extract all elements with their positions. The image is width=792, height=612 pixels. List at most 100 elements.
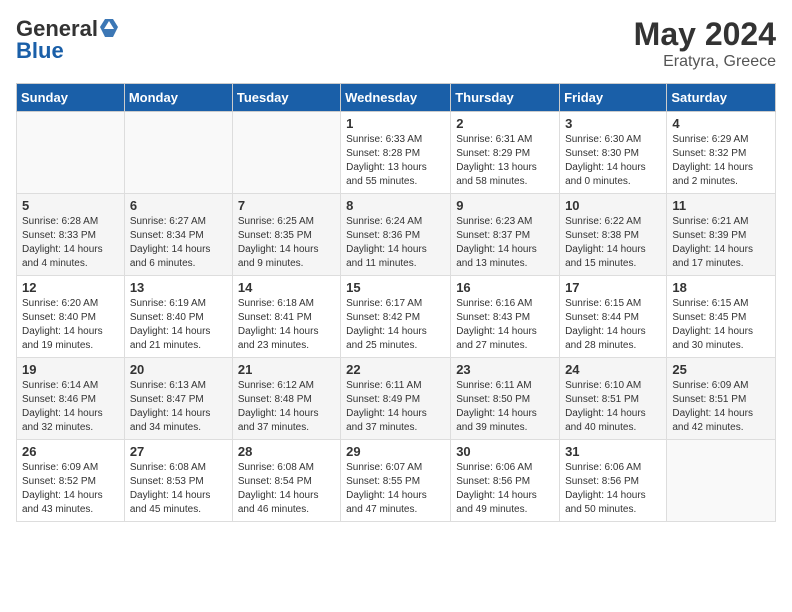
- month-year: May 2024: [634, 16, 776, 53]
- day-number: 19: [22, 362, 119, 377]
- day-number: 13: [130, 280, 227, 295]
- day-number: 28: [238, 444, 335, 459]
- day-number: 17: [565, 280, 661, 295]
- day-number: 8: [346, 198, 445, 213]
- calendar-cell: [667, 440, 776, 522]
- day-number: 2: [456, 116, 554, 131]
- calendar-cell: 10Sunrise: 6:22 AM Sunset: 8:38 PM Dayli…: [560, 194, 667, 276]
- calendar-week-row: 12 Sunrise: 6:20 AM Sunset: 8:40 PM Dayli…: [17, 276, 776, 358]
- day-number: 1: [346, 116, 445, 131]
- calendar-cell: 5 Sunrise: 6:28 AM Sunset: 8:33 PM Daylig…: [17, 194, 125, 276]
- day-number: 6: [130, 198, 227, 213]
- cell-content: Sunrise: 6:12 AM Sunset: 8:48 PM Dayligh…: [238, 379, 335, 435]
- calendar-cell: 20Sunrise: 6:13 AM Sunset: 8:47 PM Dayli…: [124, 358, 232, 440]
- calendar-cell: 31 Sunrise: 6:06 AM Sunset: 8:56 PM Dayli…: [560, 440, 667, 522]
- cell-content: Sunrise: 6:10 AM Sunset: 8:51 PM Dayligh…: [565, 379, 661, 435]
- header-sunday: Sunday: [17, 84, 125, 112]
- calendar-cell: 22 Sunrise: 6:11 AM Sunset: 8:49 PM Dayli…: [341, 358, 451, 440]
- calendar-cell: 14Sunrise: 6:18 AM Sunset: 8:41 PM Dayli…: [232, 276, 340, 358]
- cell-content: Sunrise: 6:17 AM Sunset: 8:42 PM Dayligh…: [346, 297, 445, 353]
- calendar-cell: 15 Sunrise: 6:17 AM Sunset: 8:42 PM Dayli…: [341, 276, 451, 358]
- day-number: 30: [456, 444, 554, 459]
- cell-content: Sunrise: 6:09 AM Sunset: 8:52 PM Dayligh…: [22, 461, 119, 517]
- calendar-cell: 30 Sunrise: 6:06 AM Sunset: 8:56 PM Dayli…: [451, 440, 560, 522]
- logo-icon: [100, 19, 118, 37]
- calendar-cell: 16 Sunrise: 6:16 AM Sunset: 8:43 PM Dayli…: [451, 276, 560, 358]
- calendar-cell: 8Sunrise: 6:24 AM Sunset: 8:36 PM Daylig…: [341, 194, 451, 276]
- cell-content: Sunrise: 6:11 AM Sunset: 8:50 PM Dayligh…: [456, 379, 554, 435]
- cell-content: Sunrise: 6:08 AM Sunset: 8:54 PM Dayligh…: [238, 461, 335, 517]
- page-header: General Blue May 2024 Eratyra, Greece: [16, 16, 776, 71]
- day-number: 20: [130, 362, 227, 377]
- calendar-cell: 7 Sunrise: 6:25 AM Sunset: 8:35 PM Daylig…: [232, 194, 340, 276]
- cell-content: Sunrise: 6:06 AM Sunset: 8:56 PM Dayligh…: [565, 461, 661, 517]
- day-number: 12: [22, 280, 119, 295]
- calendar-cell: [232, 112, 340, 194]
- calendar-cell: 11 Sunrise: 6:21 AM Sunset: 8:39 PM Dayli…: [667, 194, 776, 276]
- calendar-table: Sunday Monday Tuesday Wednesday Thursday…: [16, 83, 776, 522]
- day-number: 15: [346, 280, 445, 295]
- day-number: 18: [672, 280, 770, 295]
- calendar-cell: 19 Sunrise: 6:14 AM Sunset: 8:46 PM Dayli…: [17, 358, 125, 440]
- header-friday: Friday: [560, 84, 667, 112]
- calendar-cell: 21Sunrise: 6:12 AM Sunset: 8:48 PM Dayli…: [232, 358, 340, 440]
- day-number: 9: [456, 198, 554, 213]
- logo-blue-text: Blue: [16, 38, 64, 64]
- header-tuesday: Tuesday: [232, 84, 340, 112]
- cell-content: Sunrise: 6:15 AM Sunset: 8:45 PM Dayligh…: [672, 297, 770, 353]
- header-thursday: Thursday: [451, 84, 560, 112]
- calendar-cell: 27Sunrise: 6:08 AM Sunset: 8:53 PM Dayli…: [124, 440, 232, 522]
- cell-content: Sunrise: 6:33 AM Sunset: 8:28 PM Dayligh…: [346, 133, 445, 189]
- cell-content: Sunrise: 6:30 AM Sunset: 8:30 PM Dayligh…: [565, 133, 661, 189]
- day-number: 4: [672, 116, 770, 131]
- cell-content: Sunrise: 6:20 AM Sunset: 8:40 PM Dayligh…: [22, 297, 119, 353]
- cell-content: Sunrise: 6:28 AM Sunset: 8:33 PM Dayligh…: [22, 215, 119, 271]
- cell-content: Sunrise: 6:18 AM Sunset: 8:41 PM Dayligh…: [238, 297, 335, 353]
- day-number: 23: [456, 362, 554, 377]
- calendar-cell: 4 Sunrise: 6:29 AM Sunset: 8:32 PM Daylig…: [667, 112, 776, 194]
- day-number: 11: [672, 198, 770, 213]
- day-number: 22: [346, 362, 445, 377]
- day-number: 31: [565, 444, 661, 459]
- cell-content: Sunrise: 6:08 AM Sunset: 8:53 PM Dayligh…: [130, 461, 227, 517]
- day-number: 16: [456, 280, 554, 295]
- header-monday: Monday: [124, 84, 232, 112]
- header-saturday: Saturday: [667, 84, 776, 112]
- cell-content: Sunrise: 6:14 AM Sunset: 8:46 PM Dayligh…: [22, 379, 119, 435]
- day-number: 7: [238, 198, 335, 213]
- calendar-header-row: Sunday Monday Tuesday Wednesday Thursday…: [17, 84, 776, 112]
- calendar-week-row: 1 Sunrise: 6:33 AM Sunset: 8:28 PM Daylig…: [17, 112, 776, 194]
- calendar-cell: 29Sunrise: 6:07 AM Sunset: 8:55 PM Dayli…: [341, 440, 451, 522]
- cell-content: Sunrise: 6:19 AM Sunset: 8:40 PM Dayligh…: [130, 297, 227, 353]
- calendar-cell: 12 Sunrise: 6:20 AM Sunset: 8:40 PM Dayli…: [17, 276, 125, 358]
- calendar-cell: 24Sunrise: 6:10 AM Sunset: 8:51 PM Dayli…: [560, 358, 667, 440]
- cell-content: Sunrise: 6:21 AM Sunset: 8:39 PM Dayligh…: [672, 215, 770, 271]
- header-wednesday: Wednesday: [341, 84, 451, 112]
- cell-content: Sunrise: 6:15 AM Sunset: 8:44 PM Dayligh…: [565, 297, 661, 353]
- cell-content: Sunrise: 6:11 AM Sunset: 8:49 PM Dayligh…: [346, 379, 445, 435]
- calendar-cell: 9 Sunrise: 6:23 AM Sunset: 8:37 PM Daylig…: [451, 194, 560, 276]
- cell-content: Sunrise: 6:06 AM Sunset: 8:56 PM Dayligh…: [456, 461, 554, 517]
- calendar-cell: 17 Sunrise: 6:15 AM Sunset: 8:44 PM Dayli…: [560, 276, 667, 358]
- calendar-cell: [124, 112, 232, 194]
- day-number: 26: [22, 444, 119, 459]
- calendar-cell: 28 Sunrise: 6:08 AM Sunset: 8:54 PM Dayli…: [232, 440, 340, 522]
- calendar-cell: 6 Sunrise: 6:27 AM Sunset: 8:34 PM Daylig…: [124, 194, 232, 276]
- cell-content: Sunrise: 6:23 AM Sunset: 8:37 PM Dayligh…: [456, 215, 554, 271]
- cell-content: Sunrise: 6:27 AM Sunset: 8:34 PM Dayligh…: [130, 215, 227, 271]
- calendar-cell: 1 Sunrise: 6:33 AM Sunset: 8:28 PM Daylig…: [341, 112, 451, 194]
- cell-content: Sunrise: 6:29 AM Sunset: 8:32 PM Dayligh…: [672, 133, 770, 189]
- cell-content: Sunrise: 6:16 AM Sunset: 8:43 PM Dayligh…: [456, 297, 554, 353]
- calendar-cell: 13 Sunrise: 6:19 AM Sunset: 8:40 PM Dayli…: [124, 276, 232, 358]
- calendar-cell: 3 Sunrise: 6:30 AM Sunset: 8:30 PM Daylig…: [560, 112, 667, 194]
- calendar-cell: 26 Sunrise: 6:09 AM Sunset: 8:52 PM Dayli…: [17, 440, 125, 522]
- location: Eratyra, Greece: [634, 53, 776, 71]
- day-number: 5: [22, 198, 119, 213]
- calendar-cell: 23 Sunrise: 6:11 AM Sunset: 8:50 PM Dayli…: [451, 358, 560, 440]
- day-number: 3: [565, 116, 661, 131]
- day-number: 10: [565, 198, 661, 213]
- calendar-cell: [17, 112, 125, 194]
- day-number: 29: [346, 444, 445, 459]
- calendar-cell: 2Sunrise: 6:31 AM Sunset: 8:29 PM Daylig…: [451, 112, 560, 194]
- cell-content: Sunrise: 6:25 AM Sunset: 8:35 PM Dayligh…: [238, 215, 335, 271]
